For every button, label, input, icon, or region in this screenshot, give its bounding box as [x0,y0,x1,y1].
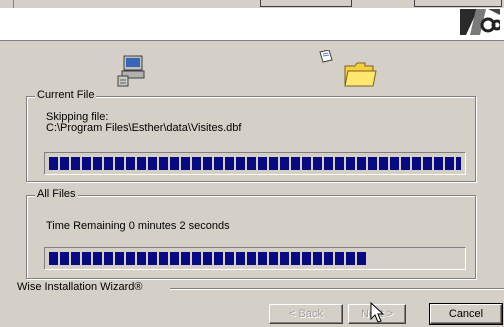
current-file-group: Current File Skipping file: C:\Program F… [26,89,476,182]
footer-separator [170,288,504,290]
frame-edge [0,0,14,8]
file-flying-icon [317,49,335,68]
computer-icon [116,54,152,88]
wise-logo-icon [460,9,503,35]
cancel-button[interactable]: Cancel [429,303,503,325]
brand-label: Wise Installation Wizard® [17,281,145,293]
current-file-legend: Current File [35,89,97,101]
all-files-progress-bar [44,247,466,270]
all-files-progress-fill [49,252,367,265]
mouse-cursor-icon [370,301,386,324]
folder-icon [343,60,377,88]
back-button[interactable]: < Back [269,304,343,324]
all-files-group: All Files Time Remaining 0 minutes 2 sec… [26,188,476,279]
strip-button [260,0,352,7]
current-file-progress-fill [49,157,461,170]
header-banner [0,8,504,41]
all-files-legend: All Files [35,188,78,200]
file-path: C:\Program Files\Esther\data\Visites.dbf [46,122,242,134]
strip-button [414,0,502,7]
title-strip [0,0,504,8]
time-remaining-text: Time Remaining 0 minutes 2 seconds [46,220,230,232]
current-file-progress-bar [44,152,466,175]
